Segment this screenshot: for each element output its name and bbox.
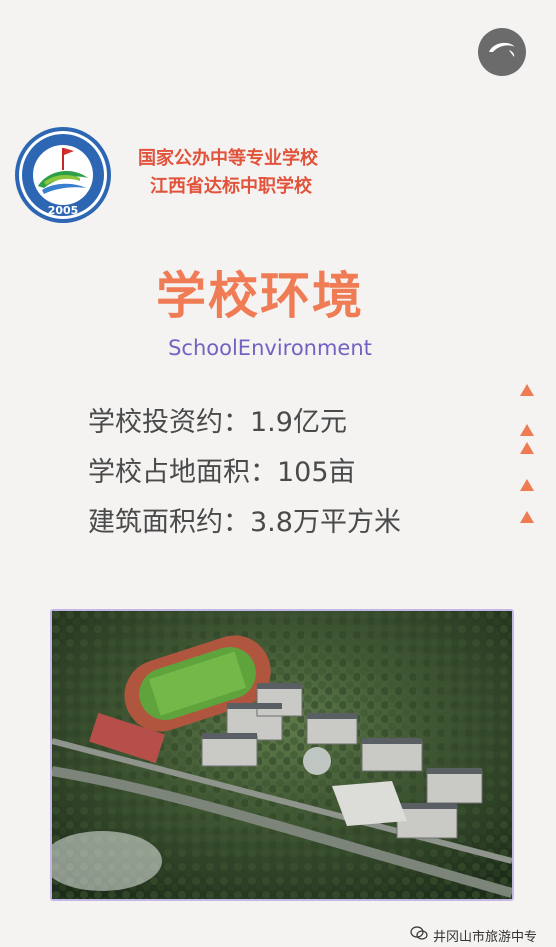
triangle-icon — [520, 479, 534, 491]
school-taglines: 国家公办中等专业学校 江西省达标中职学校 — [138, 145, 318, 201]
triangle-icon — [520, 511, 534, 523]
triangle-icon — [520, 442, 534, 454]
fact-land-area: 学校占地面积：105亩 — [88, 457, 356, 488]
section-title: 学校环境 — [156, 267, 364, 325]
triangle-icon — [520, 384, 534, 396]
campus-aerial-photo — [50, 609, 514, 901]
logo-year: 2005 — [48, 204, 79, 217]
wechat-watermark: 井冈山市旅游中专 — [410, 926, 537, 945]
tagline-provincial: 江西省达标中职学校 — [150, 176, 312, 197]
tagline-national: 国家公办中等专业学校 — [138, 148, 318, 169]
music-disc-icon — [485, 33, 519, 71]
triangle-icon — [520, 424, 534, 436]
school-logo: 2005 — [14, 126, 112, 224]
fact-investment: 学校投资约：1.9亿元 — [88, 407, 347, 438]
music-toggle-button[interactable] — [478, 28, 526, 76]
school-facts: 学校投资约：1.9亿元 学校占地面积：105亩 建筑面积约：3.8万平方米 — [88, 398, 401, 548]
wechat-icon — [410, 926, 428, 945]
watermark-text: 井冈山市旅游中专 — [433, 930, 538, 945]
section-subtitle: SchoolEnvironment — [168, 336, 372, 360]
fact-building-area: 建筑面积约：3.8万平方米 — [88, 507, 401, 538]
